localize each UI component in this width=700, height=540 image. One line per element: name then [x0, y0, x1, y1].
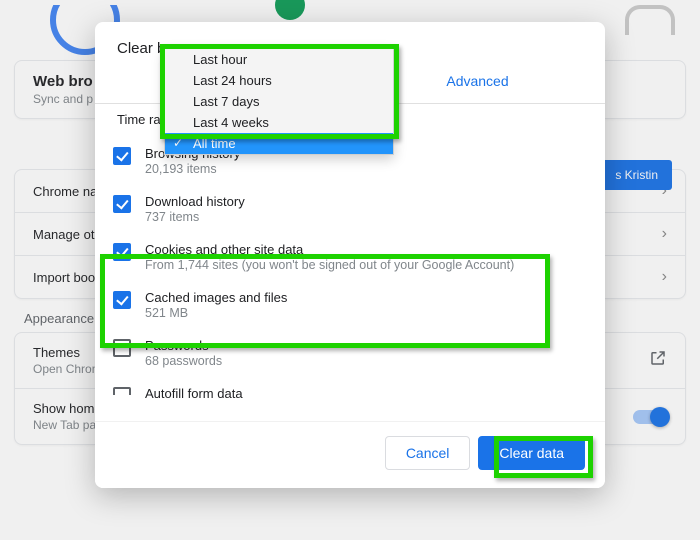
cached-label: Cached images and files [145, 290, 287, 305]
option-passwords[interactable]: Passwords 68 passwords [95, 329, 605, 377]
cookies-sub: From 1,744 sites (you won't be signed ou… [145, 258, 514, 272]
time-range-dropdown[interactable]: Last hour Last 24 hours Last 7 days Last… [164, 48, 394, 155]
browsing-sub: 20,193 items [145, 162, 240, 176]
time-range-label: Time rar [117, 112, 165, 127]
dialog-footer: Cancel Clear data [95, 421, 605, 488]
clear-data-options: Browsing history 20,193 items Download h… [95, 133, 605, 407]
checkbox-download[interactable] [113, 195, 131, 213]
cached-sub: 521 MB [145, 306, 287, 320]
checkbox-passwords[interactable] [113, 339, 131, 357]
passwords-label: Passwords [145, 338, 222, 353]
cookies-label: Cookies and other site data [145, 242, 514, 257]
time-option-last-24h[interactable]: Last 24 hours [165, 70, 393, 91]
time-option-last-hour[interactable]: Last hour [165, 49, 393, 70]
time-option-last-4w[interactable]: Last 4 weeks [165, 112, 393, 133]
checkbox-cookies[interactable] [113, 243, 131, 261]
clear-data-button[interactable]: Clear data [478, 436, 585, 470]
checkbox-cached[interactable] [113, 291, 131, 309]
option-cached[interactable]: Cached images and files 521 MB [95, 281, 605, 329]
checkbox-browsing[interactable] [113, 147, 131, 165]
passwords-sub: 68 passwords [145, 354, 222, 368]
autofill-label: Autofill form data [145, 386, 243, 401]
option-autofill[interactable]: Autofill form data [95, 377, 605, 407]
time-option-all-time[interactable]: All time [165, 133, 393, 154]
download-sub: 737 items [145, 210, 245, 224]
option-cookies[interactable]: Cookies and other site data From 1,744 s… [95, 233, 605, 281]
checkbox-autofill[interactable] [113, 387, 131, 405]
cancel-button[interactable]: Cancel [385, 436, 471, 470]
time-option-last-7d[interactable]: Last 7 days [165, 91, 393, 112]
download-label: Download history [145, 194, 245, 209]
option-download-history[interactable]: Download history 737 items [95, 185, 605, 233]
